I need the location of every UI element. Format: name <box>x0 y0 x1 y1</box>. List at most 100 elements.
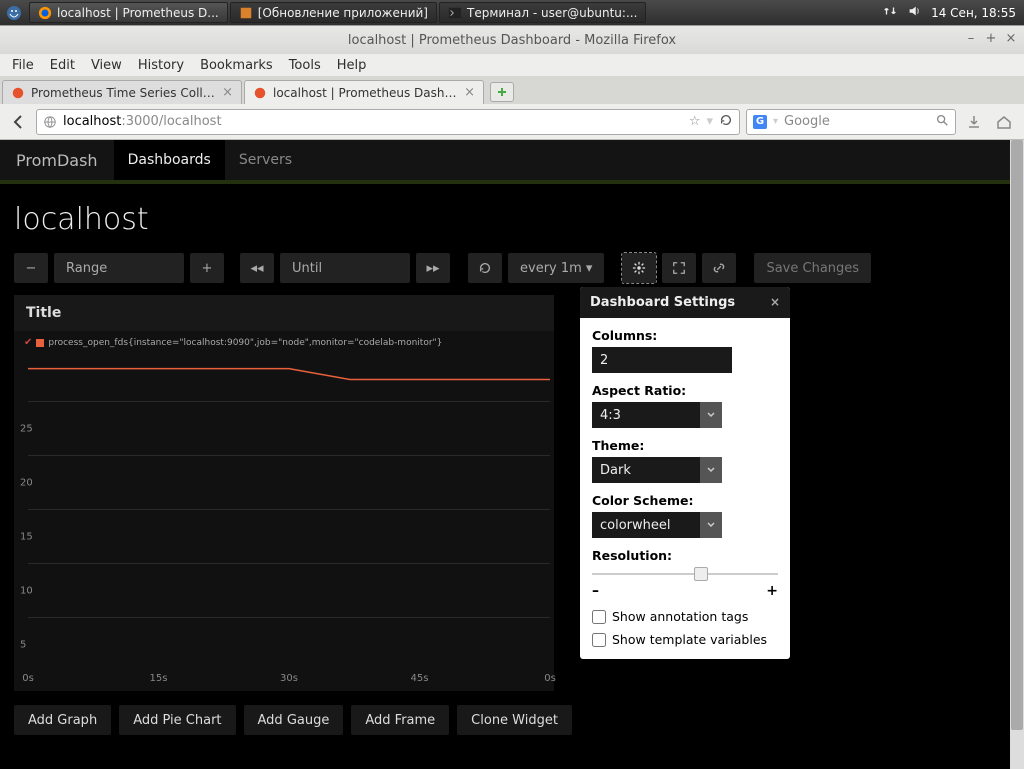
taskbar-item-label: [Обновление приложений] <box>258 6 428 20</box>
nav-servers[interactable]: Servers <box>225 140 306 180</box>
bookmark-star-icon[interactable]: ☆ <box>689 114 701 129</box>
globe-icon <box>43 115 57 129</box>
add-pie-chart-button[interactable]: Add Pie Chart <box>119 705 235 735</box>
search-bar[interactable]: G ▾ Google <box>746 109 956 135</box>
resolution-label: Resolution: <box>592 548 778 563</box>
promdash-navbar: PromDash Dashboards Servers <box>0 140 1024 180</box>
search-icon[interactable] <box>935 113 949 131</box>
tab-close-button[interactable]: × <box>222 85 233 100</box>
window-titlebar: localhost | Prometheus Dashboard - Mozil… <box>0 26 1024 54</box>
system-tray: 14 Сен, 18:55 <box>875 4 1024 21</box>
home-button[interactable] <box>992 110 1016 134</box>
clock[interactable]: 14 Сен, 18:55 <box>931 6 1016 20</box>
legend-swatch <box>36 339 44 347</box>
menubar: File Edit View History Bookmarks Tools H… <box>0 54 1024 76</box>
firefox-window: localhost | Prometheus Dashboard - Mozil… <box>0 25 1024 768</box>
time-forward-button[interactable]: ▸▸ <box>416 253 450 283</box>
theme-select[interactable]: Dark <box>592 457 778 483</box>
url-bar[interactable]: localhost:3000/localhost ☆ ▾ <box>36 109 740 135</box>
window-close-button[interactable]: × <box>1004 32 1018 46</box>
taskbar-item-terminal[interactable]: Терминал - user@ubuntu:... <box>439 2 646 23</box>
page-content: PromDash Dashboards Servers localhost − … <box>0 140 1024 769</box>
popover-title: Dashboard Settings <box>590 295 735 310</box>
color-scheme-select[interactable]: colorwheel <box>592 512 778 538</box>
window-maximize-button[interactable]: + <box>984 32 998 46</box>
show-template-variables-checkbox[interactable] <box>592 633 606 647</box>
add-frame-button[interactable]: Add Frame <box>351 705 449 735</box>
range-increase-button[interactable]: + <box>190 253 224 283</box>
range-input[interactable]: Range <box>54 253 184 283</box>
chart-body: ✔ process_open_fds{instance="localhost:9… <box>14 331 554 691</box>
aspect-ratio-label: Aspect Ratio: <box>592 383 778 398</box>
show-template-variables-label: Show template variables <box>612 632 767 647</box>
volume-icon[interactable] <box>907 4 921 21</box>
network-icon[interactable] <box>883 4 897 21</box>
tab-close-button[interactable]: × <box>464 85 475 100</box>
nav-separator <box>0 180 1024 184</box>
taskbar-item-updates[interactable]: [Обновление приложений] <box>230 2 437 23</box>
chart-xaxis: 0s15s30s45s0s <box>28 673 550 687</box>
chart-yaxis: 510152025 <box>20 359 40 667</box>
promdash-brand[interactable]: PromDash <box>0 151 114 170</box>
menu-file[interactable]: File <box>4 56 42 75</box>
chart-plot-area[interactable] <box>28 347 550 671</box>
menu-help[interactable]: Help <box>329 56 375 75</box>
add-gauge-button[interactable]: Add Gauge <box>244 705 344 735</box>
downloads-button[interactable] <box>962 110 986 134</box>
taskbar-item-label: Терминал - user@ubuntu:... <box>467 6 637 20</box>
google-icon: G <box>753 115 767 129</box>
dashboard-actions: Add Graph Add Pie Chart Add Gauge Add Fr… <box>14 705 1010 735</box>
new-tab-button[interactable] <box>490 82 514 102</box>
taskbar-item-firefox[interactable]: localhost | Prometheus D... <box>29 2 228 23</box>
settings-button[interactable] <box>622 253 656 283</box>
chevron-down-icon <box>700 457 722 483</box>
tab-label: localhost | Prometheus Dashbo... <box>273 86 458 100</box>
show-annotation-tags-label: Show annotation tags <box>612 609 748 624</box>
menu-edit[interactable]: Edit <box>42 56 83 75</box>
nav-dashboards[interactable]: Dashboards <box>114 140 225 180</box>
menu-history[interactable]: History <box>130 56 192 75</box>
dashboard-settings-popover: Dashboard Settings × Columns: Aspect Rat… <box>580 287 790 659</box>
chart-panel: Title ✔ process_open_fds{instance="local… <box>14 295 554 691</box>
refresh-now-button[interactable] <box>468 253 502 283</box>
resolution-slider[interactable] <box>592 567 778 581</box>
chart-title[interactable]: Title <box>14 295 554 331</box>
chevron-down-icon <box>700 402 722 428</box>
legend-label: process_open_fds{instance="localhost:909… <box>48 338 442 348</box>
link-button[interactable] <box>702 253 736 283</box>
taskbar-item-label: localhost | Prometheus D... <box>57 6 219 20</box>
range-decrease-button[interactable]: − <box>14 253 48 283</box>
dashboard-controls: − Range + ◂◂ Until ▸▸ every 1m ▾ Save Ch… <box>14 253 1010 283</box>
window-minimize-button[interactable]: – <box>964 32 978 46</box>
browser-toolbar: localhost:3000/localhost ☆ ▾ G ▾ Google <box>0 104 1024 140</box>
fullscreen-button[interactable] <box>662 253 696 283</box>
browser-tab[interactable]: localhost | Prometheus Dashbo... × <box>244 80 484 104</box>
slider-max: + <box>766 583 778 599</box>
search-placeholder: Google <box>784 114 929 129</box>
theme-label: Theme: <box>592 438 778 453</box>
url-text: localhost:3000/localhost <box>63 114 683 129</box>
popover-close-button[interactable]: × <box>770 295 780 310</box>
browser-tabstrip: Prometheus Time Series Collecti... × loc… <box>0 76 1024 104</box>
reload-button[interactable] <box>719 113 733 131</box>
refresh-interval-select[interactable]: every 1m ▾ <box>508 253 604 283</box>
menu-tools[interactable]: Tools <box>281 56 329 75</box>
browser-tab[interactable]: Prometheus Time Series Collecti... × <box>2 80 242 104</box>
add-graph-button[interactable]: Add Graph <box>14 705 111 735</box>
page-scrollbar[interactable] <box>1010 140 1024 769</box>
aspect-ratio-select[interactable]: 4:3 <box>592 402 778 428</box>
clone-widget-button[interactable]: Clone Widget <box>457 705 572 735</box>
show-annotation-tags-checkbox[interactable] <box>592 610 606 624</box>
menu-view[interactable]: View <box>83 56 130 75</box>
save-changes-button[interactable]: Save Changes <box>754 253 871 283</box>
tab-label: Prometheus Time Series Collecti... <box>31 86 216 100</box>
columns-input[interactable] <box>592 347 732 373</box>
time-back-button[interactable]: ◂◂ <box>240 253 274 283</box>
until-input[interactable]: Until <box>280 253 410 283</box>
start-menu-button[interactable] <box>0 0 28 25</box>
window-title: localhost | Prometheus Dashboard - Mozil… <box>348 33 676 48</box>
back-button[interactable] <box>8 111 30 133</box>
slider-min: – <box>592 583 599 599</box>
menu-bookmarks[interactable]: Bookmarks <box>192 56 281 75</box>
page-title: localhost <box>14 202 1010 237</box>
